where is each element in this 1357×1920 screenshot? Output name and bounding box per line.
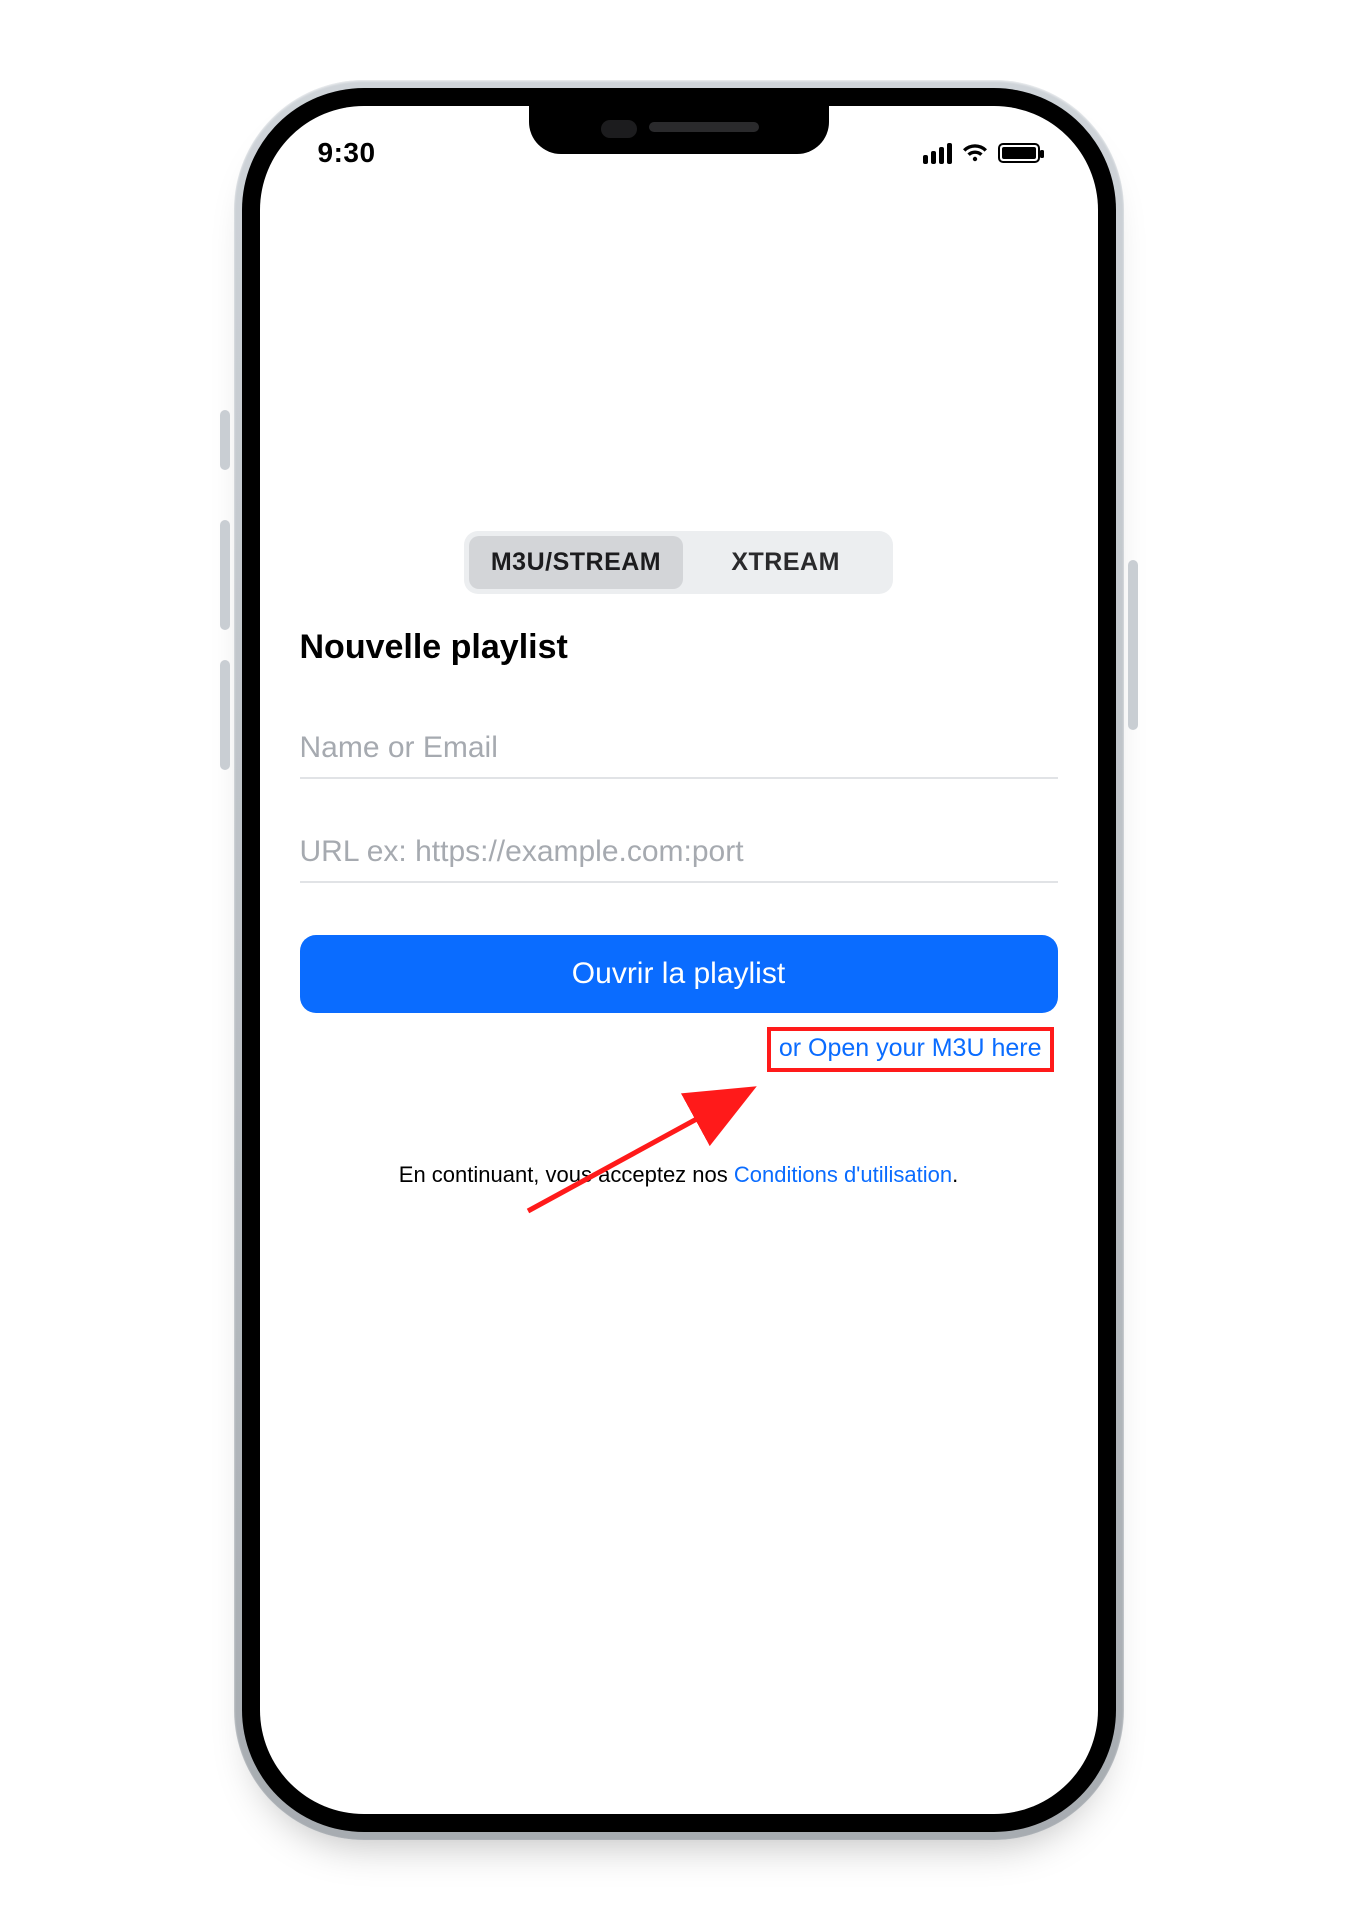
annotation-arrow-icon — [518, 1081, 778, 1221]
open-playlist-button[interactable]: Ouvrir la playlist — [300, 935, 1058, 1013]
phone-bezel: 9:30 — [242, 88, 1116, 1832]
battery-icon — [998, 143, 1040, 163]
volume-up-button — [220, 520, 230, 630]
wifi-icon — [962, 143, 988, 163]
segmented-control-wrap: M3U/STREAM XTREAM — [300, 531, 1058, 594]
cellular-signal-icon — [923, 142, 952, 164]
page-title: Nouvelle playlist — [300, 628, 1058, 667]
url-input[interactable] — [300, 835, 1058, 869]
phone-frame: 9:30 — [234, 80, 1124, 1840]
name-field-wrapper — [300, 731, 1058, 779]
phone-shadow — [259, 1858, 1099, 1898]
volume-down-button — [220, 660, 230, 770]
screen: 9:30 — [260, 106, 1098, 1814]
alt-link-row: or Open your M3U here — [300, 1027, 1058, 1072]
status-time: 9:30 — [318, 137, 376, 169]
open-m3u-file-link[interactable]: or Open your M3U here — [767, 1027, 1054, 1072]
notch — [529, 106, 829, 154]
terms-text: En continuant, vous acceptez nos Conditi… — [300, 1162, 1058, 1188]
name-or-email-input[interactable] — [300, 731, 1058, 765]
terms-prefix: En continuant, vous acceptez nos — [399, 1162, 734, 1187]
power-button — [1128, 560, 1138, 730]
terms-link[interactable]: Conditions d'utilisation — [734, 1162, 952, 1187]
playlist-type-segmented: M3U/STREAM XTREAM — [464, 531, 893, 594]
app-content: M3U/STREAM XTREAM Nouvelle playlist Ouvr… — [260, 106, 1098, 1814]
status-indicators — [923, 142, 1040, 164]
url-field-wrapper — [300, 835, 1058, 883]
terms-suffix: . — [952, 1162, 958, 1187]
front-camera — [601, 120, 637, 138]
stage: 9:30 — [0, 0, 1357, 1920]
mute-switch — [220, 410, 230, 470]
tab-m3u-stream[interactable]: M3U/STREAM — [469, 536, 683, 589]
earpiece-speaker — [649, 122, 759, 132]
tab-xtream[interactable]: XTREAM — [683, 536, 888, 589]
